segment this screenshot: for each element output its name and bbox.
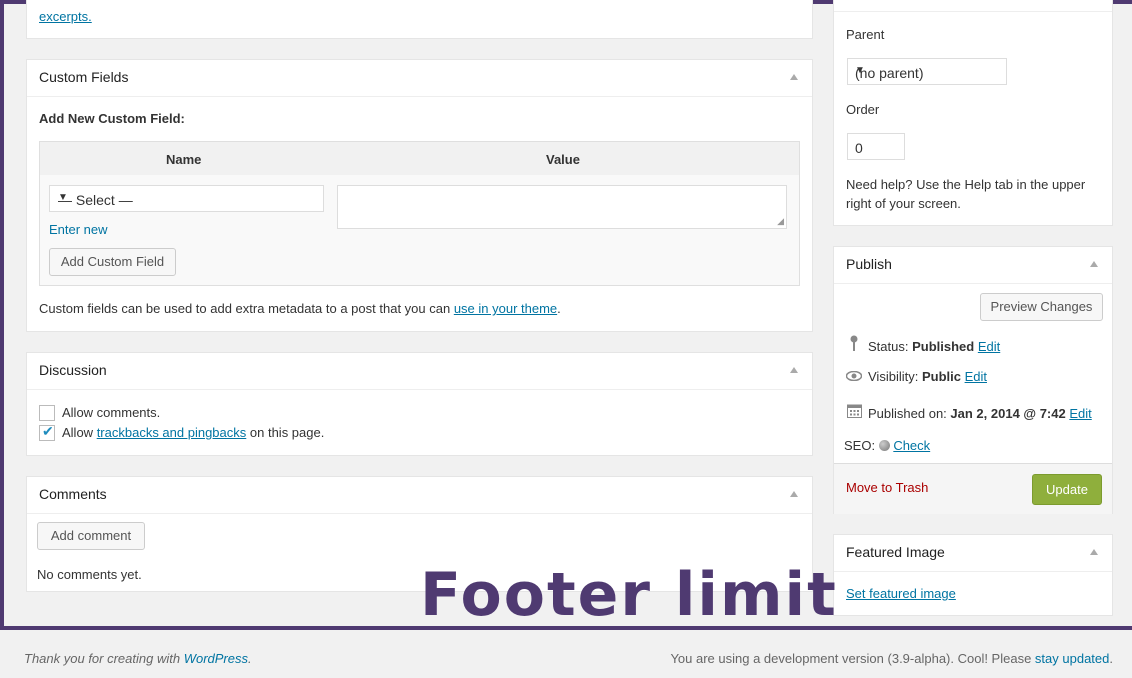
featured-image-box: Featured Image Set featured image <box>833 534 1113 616</box>
publish-box: Publish Preview Changes Status: Publishe… <box>833 246 1113 514</box>
collapse-arrow-icon[interactable] <box>790 367 798 373</box>
seo-row: SEO: Check <box>844 438 930 453</box>
add-comment-button[interactable]: Add comment <box>37 522 145 550</box>
collapse-arrow-icon[interactable] <box>1090 261 1098 267</box>
order-input-value: 0 <box>855 140 863 156</box>
footer-thanks-prefix: Thank you for creating with <box>24 651 184 666</box>
edit-date-link[interactable]: Edit <box>1069 406 1091 421</box>
status-label: Status: <box>868 339 913 354</box>
order-input[interactable]: 0 <box>847 133 905 160</box>
excerpts-link[interactable]: excerpts. <box>39 9 92 24</box>
status-value: Published <box>912 339 975 354</box>
publish-header[interactable]: Publish <box>834 247 1112 284</box>
dropdown-arrow-icon: ▼ <box>58 192 68 203</box>
discussion-title: Discussion <box>39 362 107 378</box>
collapse-arrow-icon[interactable] <box>790 491 798 497</box>
custom-fields-box: Custom Fields Add New Custom Field: Name… <box>26 59 813 332</box>
custom-field-name-select[interactable]: — Select — ▼ <box>49 185 324 212</box>
visibility-row: Visibility: Public Edit <box>845 369 987 384</box>
enter-new-link[interactable]: Enter new <box>49 222 108 237</box>
move-to-trash-link[interactable]: Move to Trash <box>846 480 928 495</box>
footer-limit-annotation: Footer limit <box>420 560 838 630</box>
stay-updated-link[interactable]: stay updated <box>1035 651 1109 666</box>
collapse-arrow-icon[interactable] <box>1090 549 1098 555</box>
parent-label: Parent <box>846 27 885 42</box>
allow-comments-checkbox[interactable] <box>39 405 55 421</box>
preview-changes-button[interactable]: Preview Changes <box>980 293 1103 321</box>
comments-title: Comments <box>39 486 107 502</box>
use-in-theme-link[interactable]: use in your theme <box>454 301 557 316</box>
allow-comments-label: Allow comments. <box>62 405 161 420</box>
set-featured-image-link[interactable]: Set featured image <box>846 586 956 601</box>
seo-status-icon <box>878 440 890 451</box>
published-on-row: Published on: Jan 2, 2014 @ 7:42 Edit <box>846 403 1092 421</box>
edit-visibility-link[interactable]: Edit <box>965 369 987 384</box>
pings-suffix: on this page. <box>246 425 325 440</box>
pings-prefix: Allow <box>62 425 97 440</box>
footer-version-prefix: You are using a development version (3.9… <box>670 651 1035 666</box>
column-header-name: Name <box>166 152 202 167</box>
allow-pings-checkbox[interactable]: ✔ <box>39 423 55 441</box>
footer-version-suffix: . <box>1109 651 1113 666</box>
featured-image-header[interactable]: Featured Image <box>834 535 1112 572</box>
custom-fields-note: Custom fields can be used to add extra m… <box>39 301 561 316</box>
excerpt-box: excerpts. <box>26 0 813 39</box>
custom-field-table: Name Value — Select — ▼ ◢ Enter new Add … <box>39 141 800 286</box>
page-attributes-box: Parent (no parent) ▼ Order 0 Need help? … <box>833 0 1113 226</box>
featured-image-title: Featured Image <box>846 544 945 560</box>
custom-field-value-textarea[interactable]: ◢ <box>337 185 787 229</box>
column-header-value: Value <box>546 152 580 167</box>
edit-status-link[interactable]: Edit <box>978 339 1000 354</box>
help-text: Need help? Use the Help tab in the upper… <box>846 177 1086 211</box>
note-prefix: Custom fields can be used to add extra m… <box>39 301 454 316</box>
discussion-header[interactable]: Discussion <box>27 353 812 390</box>
footer-thanks-suffix: . <box>248 651 252 666</box>
trackbacks-link[interactable]: trackbacks and pingbacks <box>97 425 247 440</box>
add-custom-field-button[interactable]: Add Custom Field <box>49 248 176 276</box>
pin-icon <box>846 335 862 354</box>
status-row: Status: Published Edit <box>846 335 1000 354</box>
eye-icon <box>845 369 863 384</box>
publish-actions: Move to Trash Update <box>834 463 1112 514</box>
footer-thanks: Thank you for creating with WordPress. <box>24 651 252 666</box>
order-label: Order <box>846 102 880 117</box>
published-label: Published on: <box>868 406 951 421</box>
comments-header[interactable]: Comments <box>27 477 812 514</box>
no-comments-text: No comments yet. <box>37 567 142 582</box>
footer-limit-line <box>0 626 1132 630</box>
allow-pings-label: Allow trackbacks and pingbacks on this p… <box>62 425 324 440</box>
published-value: Jan 2, 2014 @ 7:42 <box>950 406 1066 421</box>
frame-left-border <box>0 0 4 629</box>
custom-fields-title: Custom Fields <box>39 69 129 85</box>
wordpress-link[interactable]: WordPress <box>184 651 248 666</box>
visibility-value: Public <box>921 369 961 384</box>
attributes-header-edge <box>834 0 1112 12</box>
add-new-custom-field-label: Add New Custom Field: <box>39 111 185 126</box>
custom-fields-header[interactable]: Custom Fields <box>27 60 812 97</box>
visibility-label: Visibility: <box>868 369 922 384</box>
table-header-row <box>40 142 799 175</box>
seo-check-link[interactable]: Check <box>893 438 930 453</box>
discussion-box: Discussion Allow comments. ✔ Allow track… <box>26 352 813 456</box>
dropdown-arrow-icon: ▼ <box>855 65 865 76</box>
resize-handle-icon[interactable]: ◢ <box>777 216 784 227</box>
update-button[interactable]: Update <box>1032 474 1102 505</box>
note-suffix: . <box>557 301 561 316</box>
footer-version: You are using a development version (3.9… <box>670 651 1113 666</box>
checkmark-icon: ✔ <box>42 423 54 439</box>
parent-select[interactable]: (no parent) ▼ <box>847 58 1007 85</box>
seo-label: SEO: <box>844 438 879 453</box>
collapse-arrow-icon[interactable] <box>790 74 798 80</box>
calendar-icon <box>846 403 862 421</box>
publish-title: Publish <box>846 256 892 272</box>
